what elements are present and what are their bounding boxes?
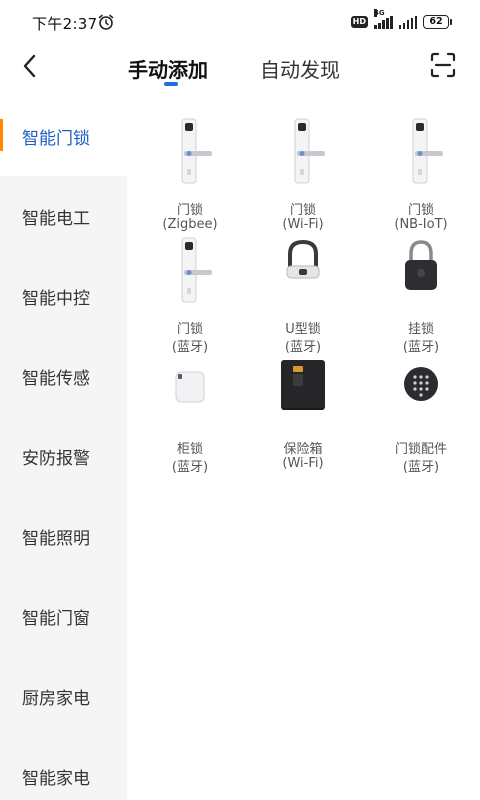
sidebar-item-label: 智能中控 bbox=[22, 289, 90, 309]
device-protocol: (Wi-Fi) bbox=[282, 217, 324, 232]
sidebar-item-kitchen[interactable]: 厨房家电 bbox=[0, 656, 127, 736]
sidebar-item-label: 安防报警 bbox=[22, 449, 90, 469]
device-protocol: (蓝牙) bbox=[402, 340, 440, 355]
status-bar: 下午2:37 HD 4G 62 bbox=[0, 0, 480, 44]
door-lock-icon bbox=[294, 118, 325, 184]
status-time: 下午2:37 bbox=[32, 15, 98, 33]
header: 手动添加 自动发现 bbox=[0, 44, 480, 100]
device-tile[interactable]: 门锁 (Wi-Fi) bbox=[243, 117, 363, 232]
device-protocol: (蓝牙) bbox=[171, 340, 209, 355]
device-tile[interactable]: 柜锁 (蓝牙) bbox=[130, 356, 250, 475]
sidebar-item-label: 智能家电 bbox=[22, 769, 90, 789]
padlock-icon bbox=[405, 240, 437, 290]
active-marker bbox=[0, 119, 3, 151]
device-name: U型锁 bbox=[285, 322, 321, 337]
keypad-icon bbox=[404, 367, 438, 401]
sidebar-item-label: 智能门窗 bbox=[22, 609, 90, 629]
device-tile[interactable]: 挂锁 (蓝牙) bbox=[361, 236, 480, 355]
scan-icon[interactable] bbox=[430, 52, 456, 78]
sidebar-item-sensors[interactable]: 智能传感 bbox=[0, 336, 127, 416]
device-tile[interactable]: 门锁配件 (蓝牙) bbox=[361, 356, 480, 475]
u-lock-icon bbox=[286, 239, 320, 279]
battery-icon: 62 bbox=[423, 15, 452, 29]
device-name: 保险箱 bbox=[283, 442, 323, 457]
device-name: 挂锁 bbox=[407, 322, 434, 337]
device-protocol: (蓝牙) bbox=[402, 460, 440, 475]
device-protocol: (Zigbee) bbox=[162, 217, 218, 232]
safe-box-icon bbox=[281, 360, 325, 410]
back-chevron-icon[interactable] bbox=[18, 52, 42, 80]
device-name: 门锁 bbox=[407, 203, 434, 218]
device-name: 门锁 bbox=[289, 203, 316, 218]
device-name: 柜锁 bbox=[176, 442, 203, 457]
device-tile[interactable]: 门锁 (NB-IoT) bbox=[361, 117, 480, 232]
device-protocol: (蓝牙) bbox=[171, 460, 209, 475]
status-indicators: HD 4G 62 bbox=[350, 8, 452, 31]
sidebar-item-appliances[interactable]: 智能家电 bbox=[0, 736, 127, 800]
device-tile[interactable]: 门锁 (蓝牙) bbox=[130, 236, 250, 355]
tab-auto-discover[interactable]: 自动发现 bbox=[260, 54, 340, 83]
sidebar-item-label: 智能传感 bbox=[22, 369, 90, 389]
network-type-label: 4G bbox=[374, 8, 385, 17]
door-lock-icon bbox=[412, 118, 443, 184]
alarm-clock-icon bbox=[98, 14, 114, 30]
sidebar-item-control-center[interactable]: 智能中控 bbox=[0, 256, 127, 336]
device-tile[interactable]: U型锁 (蓝牙) bbox=[243, 236, 363, 355]
device-protocol: (蓝牙) bbox=[284, 340, 322, 355]
sidebar-item-electrical[interactable]: 智能电工 bbox=[0, 176, 127, 256]
door-lock-icon bbox=[181, 237, 212, 303]
signal-icon bbox=[398, 15, 417, 29]
device-tile[interactable]: 门锁 (Zigbee) bbox=[130, 117, 250, 232]
device-name: 门锁 bbox=[176, 322, 203, 337]
device-protocol: (NB-IoT) bbox=[394, 217, 448, 232]
active-tab-indicator bbox=[164, 82, 178, 86]
device-protocol: (Wi-Fi) bbox=[282, 456, 324, 471]
device-name: 门锁 bbox=[176, 203, 203, 218]
sidebar-item-doors-windows[interactable]: 智能门窗 bbox=[0, 576, 127, 656]
door-lock-icon bbox=[181, 118, 212, 184]
signal-4g-icon: 4G bbox=[374, 8, 393, 29]
sidebar-item-label: 智能门锁 bbox=[22, 129, 90, 149]
battery-level: 62 bbox=[423, 15, 449, 29]
sidebar-item-lighting[interactable]: 智能照明 bbox=[0, 496, 127, 576]
sidebar-item-label: 厨房家电 bbox=[22, 689, 90, 709]
sidebar-item-security-alarm[interactable]: 安防报警 bbox=[0, 416, 127, 496]
device-name: 门锁配件 bbox=[394, 442, 447, 457]
sidebar-item-label: 智能照明 bbox=[22, 529, 90, 549]
cabinet-lock-icon bbox=[175, 371, 205, 403]
category-sidebar: 智能门锁 智能电工 智能中控 智能传感 安防报警 智能照明 智能门窗 厨房家电 … bbox=[0, 96, 127, 800]
hd-badge: HD bbox=[350, 16, 368, 28]
sidebar-item-label: 智能电工 bbox=[22, 209, 90, 229]
sidebar-item-smart-lock[interactable]: 智能门锁 bbox=[0, 96, 127, 176]
device-tile[interactable]: 保险箱 (Wi-Fi) bbox=[243, 356, 363, 471]
tab-manual-add[interactable]: 手动添加 bbox=[128, 54, 208, 83]
